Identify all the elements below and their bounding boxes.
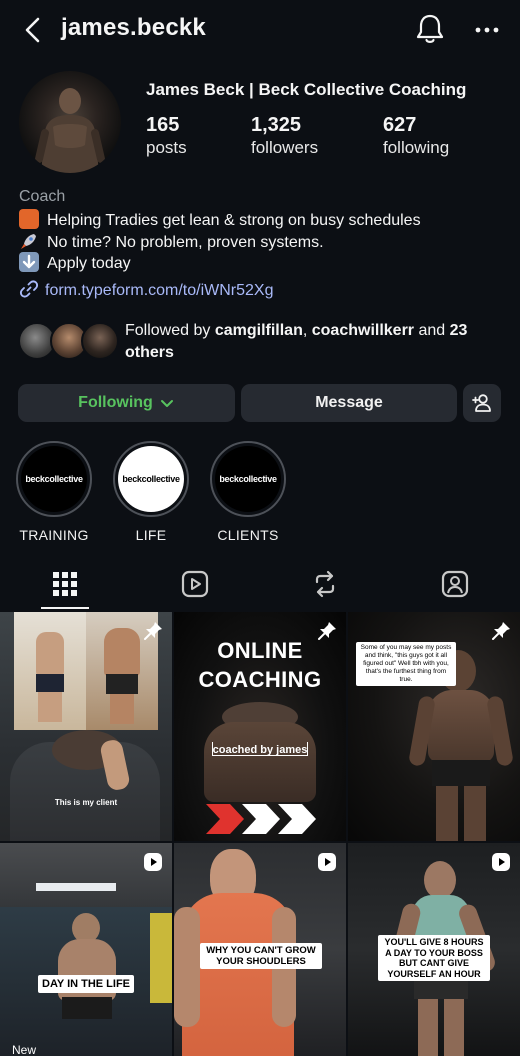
post-caption: Some of you may see my posts and think, … [356, 642, 456, 686]
followers-label: followers [251, 138, 319, 157]
profile-username: james.beckk [61, 14, 206, 41]
pin-icon [144, 622, 162, 640]
mutual-user[interactable]: camgilfillan [215, 322, 303, 339]
followers-stat[interactable]: 1,325 followers [251, 114, 318, 158]
posts-count: 165 [146, 114, 180, 136]
link-text: form.typeform.com/to/iWNr52Xg [45, 282, 274, 299]
rocket-icon [19, 231, 39, 251]
followers-count: 1,325 [251, 114, 302, 136]
back-arrow-icon[interactable] [18, 14, 48, 46]
post-tile[interactable]: DAY IN THE LIFE New [0, 843, 172, 1056]
following-count: 627 [383, 114, 417, 136]
mutual-user[interactable]: coachwillkerr [312, 322, 414, 339]
bio-line: Apply today [19, 252, 131, 273]
followed-by-text[interactable]: Followed by camgilfillan, coachwillkerr … [125, 320, 505, 364]
post-tile[interactable]: YOU'LL GIVE 8 HOURS A DAY TO YOUR BOSS B… [348, 843, 520, 1056]
reel-icon [318, 853, 336, 871]
pin-icon [318, 622, 336, 640]
chevron-down-icon [160, 400, 173, 407]
grid-icon[interactable] [49, 568, 81, 600]
following-label: following [383, 138, 450, 157]
avatar-photo [35, 88, 105, 173]
highlight-life[interactable]: beckcollective LIFE [110, 441, 192, 543]
post-subtitle: coached by james [212, 744, 308, 756]
separator: , [302, 322, 312, 339]
highlight-training[interactable]: beckcollective TRAINING [13, 441, 95, 543]
following-label: Following [78, 394, 153, 411]
link-icon [19, 280, 39, 298]
post-caption: DAY IN THE LIFE [38, 975, 135, 993]
post-caption: WHY YOU CAN'T GROW YOUR SHOUDLERS [200, 943, 322, 969]
before-after-image [14, 612, 158, 730]
posts-stat[interactable]: 165 posts [146, 114, 187, 158]
profile-link[interactable]: form.typeform.com/to/iWNr52Xg [19, 279, 274, 300]
reel-icon [492, 853, 510, 871]
mutual-count: 23 [449, 322, 468, 339]
reels-icon[interactable] [179, 568, 211, 600]
posts-label: posts [146, 138, 187, 157]
reel-icon [144, 853, 162, 871]
bio-text: Apply today [47, 255, 131, 272]
tagged-icon[interactable] [439, 568, 471, 600]
highlight-ring: beckcollective [16, 441, 92, 517]
pin-icon [492, 622, 510, 640]
highlight-title: LIFE [135, 527, 167, 543]
avatar [81, 322, 119, 360]
following-button[interactable]: Following [18, 384, 235, 422]
highlight-clients[interactable]: beckcollective CLIENTS [207, 441, 289, 543]
highlight-ring: beckcollective [210, 441, 286, 517]
highlight-cover: beckcollective [21, 446, 87, 512]
profile-category: Coach [19, 188, 66, 205]
followed-by-and: and [414, 322, 450, 339]
bio-line: Helping Tradies get lean & strong on bus… [19, 209, 421, 230]
highlight-title: CLIENTS [217, 527, 279, 543]
mutual-followers-avatars[interactable] [18, 322, 119, 362]
bio-text: Helping Tradies get lean & strong on bus… [47, 212, 421, 229]
add-user-icon [472, 394, 491, 412]
message-button[interactable]: Message [241, 384, 457, 422]
message-label: Message [315, 394, 383, 411]
post-caption: This is my client [54, 798, 118, 807]
highlight-ring: beckcollective [113, 441, 189, 517]
highlight-cover: beckcollective [215, 446, 281, 512]
highlight-title: TRAINING [19, 527, 89, 543]
active-tab-indicator [41, 607, 89, 609]
post-tile[interactable]: This is my client [0, 612, 172, 841]
post-tile[interactable]: WHY YOU CAN'T GROW YOUR SHOUDLERS [174, 843, 346, 1056]
reposts-icon[interactable] [309, 568, 341, 600]
suggested-users-button[interactable] [463, 384, 501, 422]
more-options-icon[interactable] [472, 20, 502, 40]
profile-display-name: James Beck | Beck Collective Coaching [146, 80, 467, 99]
chevrons-graphic [206, 804, 316, 834]
post-tile[interactable]: ONLINE COACHING coached by james [174, 612, 346, 841]
top-bar: james.beckk [0, 0, 520, 60]
followed-by-prefix: Followed by [125, 322, 215, 339]
bio-line: No time? No problem, proven systems. [19, 231, 324, 252]
mutual-others: others [125, 344, 174, 361]
down-arrow-icon [19, 252, 39, 272]
profile-avatar[interactable] [19, 71, 121, 173]
post-overlay-text: New [12, 1043, 37, 1056]
post-tile[interactable]: Some of you may see my posts and think, … [348, 612, 520, 841]
post-title: COACHING [198, 667, 322, 692]
bio-text: No time? No problem, proven systems. [47, 234, 324, 251]
following-stat[interactable]: 627 following [383, 114, 449, 158]
notification-bell-icon[interactable] [414, 12, 446, 46]
post-caption: YOU'LL GIVE 8 HOURS A DAY TO YOUR BOSS B… [378, 935, 490, 981]
highlight-cover: beckcollective [118, 446, 184, 512]
safety-vest-icon [19, 209, 39, 229]
